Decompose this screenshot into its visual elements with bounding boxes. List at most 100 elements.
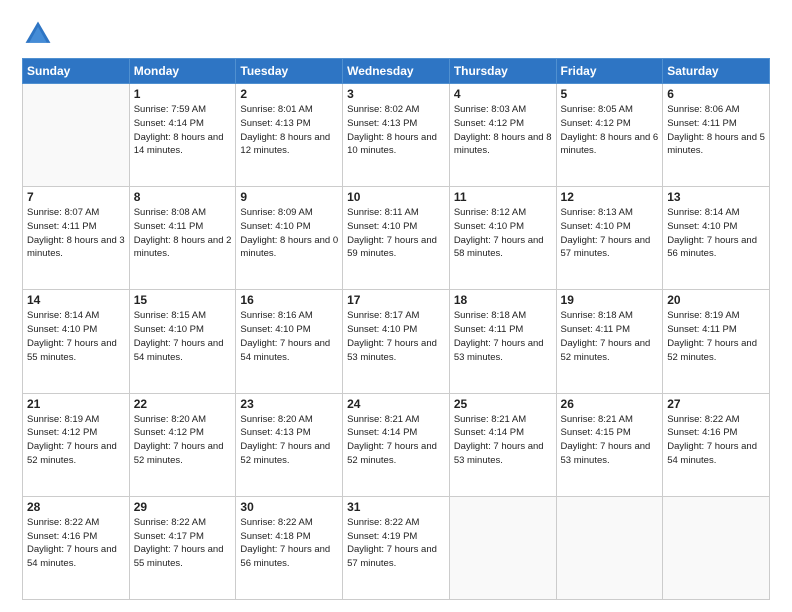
day-info: Sunrise: 8:22 AMSunset: 4:17 PMDaylight:… [134,516,232,571]
day-number: 11 [454,190,552,204]
day-cell: 24Sunrise: 8:21 AMSunset: 4:14 PMDayligh… [343,393,450,496]
day-info: Sunrise: 8:13 AMSunset: 4:10 PMDaylight:… [561,206,659,261]
day-number: 23 [240,397,338,411]
day-cell: 5 Sunrise: 8:05 AMSunset: 4:12 PMDaylight… [556,84,663,187]
day-cell: 17Sunrise: 8:17 AMSunset: 4:10 PMDayligh… [343,290,450,393]
col-header-friday: Friday [556,59,663,84]
col-header-tuesday: Tuesday [236,59,343,84]
day-info: Sunrise: 8:22 AMSunset: 4:16 PMDaylight:… [667,413,765,468]
day-number: 16 [240,293,338,307]
day-number: 27 [667,397,765,411]
week-row-2: 14 Sunrise: 8:14 AMSunset: 4:10 PMDayligh… [23,290,770,393]
day-number: 28 [27,500,125,514]
day-cell [556,496,663,599]
page: SundayMondayTuesdayWednesdayThursdayFrid… [0,0,792,612]
day-info: Sunrise: 7:59 AMSunset: 4:14 PMDaylight:… [134,103,232,158]
day-cell [449,496,556,599]
day-number: 22 [134,397,232,411]
day-cell: 26 Sunrise: 8:21 AMSunset: 4:15 PMDayligh… [556,393,663,496]
col-header-thursday: Thursday [449,59,556,84]
day-info: Sunrise: 8:20 AMSunset: 4:13 PMDaylight:… [240,413,338,468]
day-number: 8 [134,190,232,204]
day-info: Sunrise: 8:16 AMSunset: 4:10 PMDaylight:… [240,309,338,364]
day-cell: 12Sunrise: 8:13 AMSunset: 4:10 PMDayligh… [556,187,663,290]
day-number: 18 [454,293,552,307]
day-number: 19 [561,293,659,307]
day-cell: 15Sunrise: 8:15 AMSunset: 4:10 PMDayligh… [129,290,236,393]
day-cell: 3 Sunrise: 8:02 AMSunset: 4:13 PMDaylight… [343,84,450,187]
day-number: 13 [667,190,765,204]
day-cell: 19Sunrise: 8:18 AMSunset: 4:11 PMDayligh… [556,290,663,393]
col-header-wednesday: Wednesday [343,59,450,84]
day-cell: 30 Sunrise: 8:22 AMSunset: 4:18 PMDayligh… [236,496,343,599]
day-cell: 18 Sunrise: 8:18 AMSunset: 4:11 PMDayligh… [449,290,556,393]
day-number: 3 [347,87,445,101]
day-cell: 4Sunrise: 8:03 AMSunset: 4:12 PMDaylight… [449,84,556,187]
day-number: 5 [561,87,659,101]
day-cell: 28 Sunrise: 8:22 AMSunset: 4:16 PMDayligh… [23,496,130,599]
day-info: Sunrise: 8:21 AMSunset: 4:14 PMDaylight:… [347,413,445,468]
week-row-3: 21 Sunrise: 8:19 AMSunset: 4:12 PMDayligh… [23,393,770,496]
day-cell: 6 Sunrise: 8:06 AMSunset: 4:11 PMDaylight… [663,84,770,187]
day-info: Sunrise: 8:22 AMSunset: 4:18 PMDaylight:… [240,516,338,571]
day-cell: 1 Sunrise: 7:59 AMSunset: 4:14 PMDaylight… [129,84,236,187]
day-number: 4 [454,87,552,101]
day-cell: 27 Sunrise: 8:22 AMSunset: 4:16 PMDayligh… [663,393,770,496]
day-number: 2 [240,87,338,101]
day-info: Sunrise: 8:05 AMSunset: 4:12 PMDaylight:… [561,103,659,158]
day-info: Sunrise: 8:02 AMSunset: 4:13 PMDaylight:… [347,103,445,158]
day-cell: 25 Sunrise: 8:21 AMSunset: 4:14 PMDayligh… [449,393,556,496]
day-cell: 31 Sunrise: 8:22 AMSunset: 4:19 PMDayligh… [343,496,450,599]
day-info: Sunrise: 8:22 AMSunset: 4:19 PMDaylight:… [347,516,445,571]
day-cell: 9 Sunrise: 8:09 AMSunset: 4:10 PMDaylight… [236,187,343,290]
day-info: Sunrise: 8:19 AMSunset: 4:12 PMDaylight:… [27,413,125,468]
day-info: Sunrise: 8:08 AMSunset: 4:11 PMDaylight:… [134,206,232,261]
header [22,18,770,50]
day-info: Sunrise: 8:07 AMSunset: 4:11 PMDaylight:… [27,206,125,261]
week-row-0: 1 Sunrise: 7:59 AMSunset: 4:14 PMDaylight… [23,84,770,187]
day-number: 6 [667,87,765,101]
col-header-monday: Monday [129,59,236,84]
calendar-header-row: SundayMondayTuesdayWednesdayThursdayFrid… [23,59,770,84]
day-info: Sunrise: 8:18 AMSunset: 4:11 PMDaylight:… [454,309,552,364]
day-info: Sunrise: 8:22 AMSunset: 4:16 PMDaylight:… [27,516,125,571]
day-number: 30 [240,500,338,514]
logo-icon [22,18,54,50]
day-info: Sunrise: 8:17 AMSunset: 4:10 PMDaylight:… [347,309,445,364]
day-cell [663,496,770,599]
day-number: 9 [240,190,338,204]
day-info: Sunrise: 8:14 AMSunset: 4:10 PMDaylight:… [27,309,125,364]
day-number: 29 [134,500,232,514]
day-info: Sunrise: 8:09 AMSunset: 4:10 PMDaylight:… [240,206,338,261]
day-number: 1 [134,87,232,101]
week-row-4: 28 Sunrise: 8:22 AMSunset: 4:16 PMDayligh… [23,496,770,599]
day-info: Sunrise: 8:11 AMSunset: 4:10 PMDaylight:… [347,206,445,261]
day-number: 10 [347,190,445,204]
day-cell: 22 Sunrise: 8:20 AMSunset: 4:12 PMDayligh… [129,393,236,496]
day-number: 14 [27,293,125,307]
day-number: 20 [667,293,765,307]
day-info: Sunrise: 8:20 AMSunset: 4:12 PMDaylight:… [134,413,232,468]
day-number: 21 [27,397,125,411]
calendar: SundayMondayTuesdayWednesdayThursdayFrid… [22,58,770,600]
logo [22,18,58,50]
day-cell: 8 Sunrise: 8:08 AMSunset: 4:11 PMDaylight… [129,187,236,290]
day-cell: 29 Sunrise: 8:22 AMSunset: 4:17 PMDayligh… [129,496,236,599]
day-number: 26 [561,397,659,411]
day-number: 7 [27,190,125,204]
day-cell: 14 Sunrise: 8:14 AMSunset: 4:10 PMDayligh… [23,290,130,393]
day-info: Sunrise: 8:15 AMSunset: 4:10 PMDaylight:… [134,309,232,364]
day-info: Sunrise: 8:21 AMSunset: 4:15 PMDaylight:… [561,413,659,468]
day-info: Sunrise: 8:01 AMSunset: 4:13 PMDaylight:… [240,103,338,158]
day-cell: 11Sunrise: 8:12 AMSunset: 4:10 PMDayligh… [449,187,556,290]
day-info: Sunrise: 8:14 AMSunset: 4:10 PMDaylight:… [667,206,765,261]
day-number: 31 [347,500,445,514]
day-number: 25 [454,397,552,411]
day-cell: 16 Sunrise: 8:16 AMSunset: 4:10 PMDayligh… [236,290,343,393]
day-info: Sunrise: 8:21 AMSunset: 4:14 PMDaylight:… [454,413,552,468]
day-cell: 20Sunrise: 8:19 AMSunset: 4:11 PMDayligh… [663,290,770,393]
day-info: Sunrise: 8:06 AMSunset: 4:11 PMDaylight:… [667,103,765,158]
day-cell: 2 Sunrise: 8:01 AMSunset: 4:13 PMDaylight… [236,84,343,187]
day-cell: 23 Sunrise: 8:20 AMSunset: 4:13 PMDayligh… [236,393,343,496]
day-cell: 10 Sunrise: 8:11 AMSunset: 4:10 PMDayligh… [343,187,450,290]
